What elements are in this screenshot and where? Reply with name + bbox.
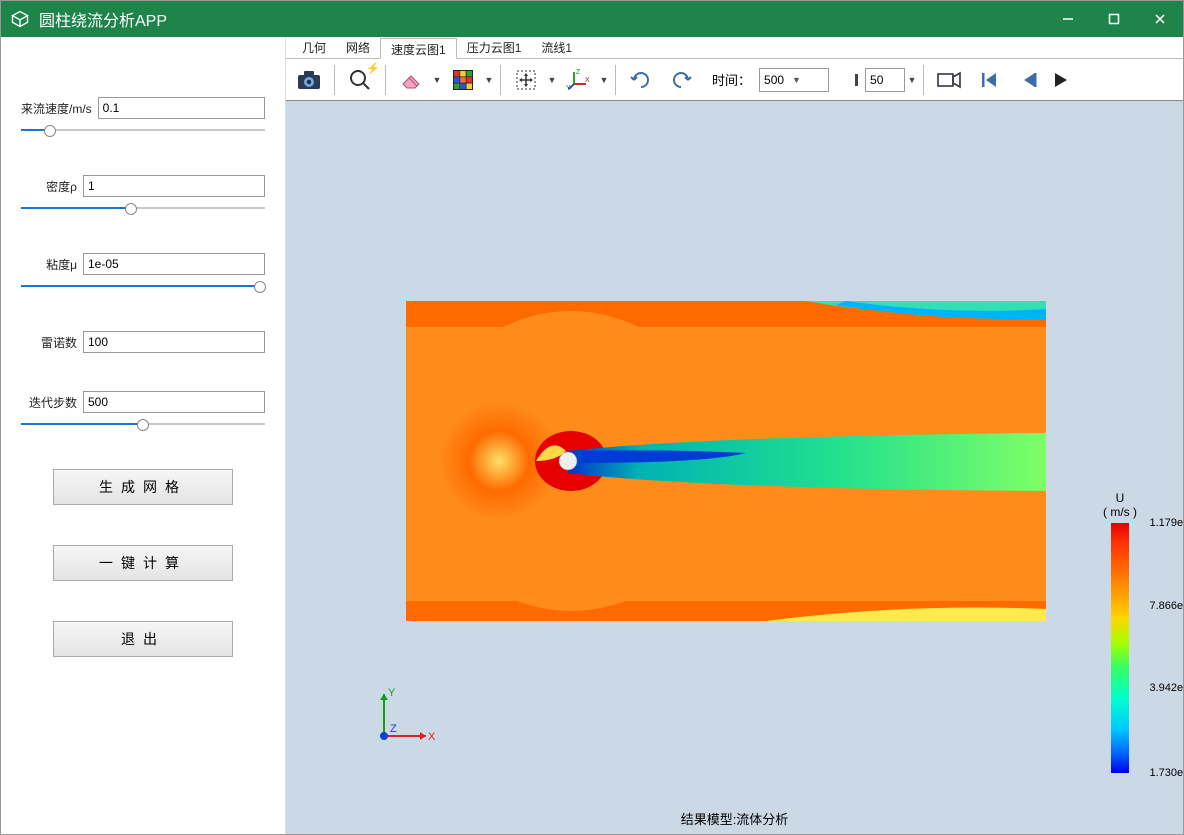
maximize-button[interactable] (1091, 1, 1137, 37)
param-label: 迭代步数 (21, 394, 77, 411)
colorbar: U ( m/s ) 1.179e-017.866e-023.942e-021.7… (1075, 491, 1165, 777)
param-label: 来流速度/m/s (21, 100, 92, 117)
param-label: 雷诺数 (21, 334, 77, 351)
rotate-cw-icon[interactable] (662, 63, 700, 97)
minimize-button[interactable] (1045, 1, 1091, 37)
colorbar-tick: 7.866e-02 (1149, 600, 1183, 612)
param-input-3[interactable] (83, 331, 265, 353)
step-input[interactable] (865, 68, 905, 92)
param-input-1[interactable] (83, 175, 265, 197)
step-dropdown[interactable]: ▼ (907, 75, 917, 85)
toolbar: ⚡ ▼ ▼ ▼ XZ Y ▼ (286, 59, 1183, 101)
close-button[interactable] (1137, 1, 1183, 37)
eraser-icon[interactable] (392, 63, 430, 97)
tab-4[interactable]: 流线1 (531, 37, 582, 58)
tab-2[interactable]: 速度云图1 (380, 38, 457, 59)
param-slider-2[interactable] (21, 279, 265, 293)
colorbar-title: U (1075, 491, 1165, 505)
viewport[interactable]: X Y Z U ( m/s ) 1.179e-017.866e-023.942e… (286, 101, 1183, 834)
svg-text:X: X (585, 77, 590, 84)
axis-dropdown[interactable]: ▼ (599, 75, 609, 85)
colorbar-tick: 1.179e-01 (1149, 517, 1183, 529)
axis-triad-widget: X Y Z (366, 684, 436, 754)
param-label: 粘度μ (21, 256, 77, 273)
tab-1[interactable]: 网络 (336, 37, 380, 58)
run-calculation-button[interactable]: 一键计算 (53, 545, 233, 581)
main-panel: 几何网络速度云图1压力云图1流线1 ⚡ ▼ ▼ (286, 37, 1183, 834)
axis-triad-icon[interactable]: XZ Y (559, 63, 597, 97)
titlebar: 圆柱绕流分析APP (1, 1, 1183, 37)
rubiks-icon[interactable] (444, 63, 482, 97)
rubiks-dropdown[interactable]: ▼ (484, 75, 494, 85)
app-logo-icon (9, 8, 31, 30)
param-slider-0[interactable] (21, 123, 265, 137)
colorbar-tick: 1.730e-04 (1149, 767, 1183, 779)
svg-text:Y: Y (566, 85, 571, 92)
svg-text:Z: Z (576, 69, 581, 76)
time-label: 时间： (712, 70, 751, 89)
eraser-dropdown[interactable]: ▼ (432, 75, 442, 85)
viewport-footer-label: 结果模型:流体分析 (681, 809, 789, 828)
play-icon[interactable] (1050, 63, 1072, 97)
param-input-2[interactable] (83, 253, 265, 275)
param-input-4[interactable] (83, 391, 265, 413)
velocity-contour-plot (406, 301, 1046, 621)
param-input-0[interactable] (98, 97, 265, 119)
skip-first-icon[interactable] (970, 63, 1008, 97)
svg-text:Z: Z (390, 723, 397, 735)
window-title: 圆柱绕流分析APP (39, 7, 1045, 31)
generate-mesh-button[interactable]: 生成网格 (53, 469, 233, 505)
tab-0[interactable]: 几何 (292, 37, 336, 58)
svg-text:X: X (428, 731, 436, 743)
move-icon[interactable] (507, 63, 545, 97)
camera-side-icon[interactable] (930, 63, 968, 97)
colorbar-tick: 3.942e-02 (1149, 682, 1183, 694)
prev-frame-icon[interactable] (1010, 63, 1048, 97)
step-end-icon[interactable] (843, 63, 863, 97)
sidebar: 来流速度/m/s 密度ρ 粘度μ 雷诺数 迭代步数 生成网格 一键计算 退出 (1, 37, 286, 834)
rotate-ccw-icon[interactable] (622, 63, 660, 97)
param-slider-1[interactable] (21, 201, 265, 215)
move-dropdown[interactable]: ▼ (547, 75, 557, 85)
svg-text:Y: Y (388, 687, 396, 699)
screenshot-icon[interactable] (290, 63, 328, 97)
param-label: 密度ρ (21, 178, 77, 195)
exit-button[interactable]: 退出 (53, 621, 233, 657)
param-slider-4[interactable] (21, 417, 265, 431)
tab-bar: 几何网络速度云图1压力云图1流线1 (286, 37, 1183, 59)
zoom-icon[interactable]: ⚡ (341, 63, 379, 97)
time-select[interactable]: 500▼ (759, 68, 829, 92)
tab-3[interactable]: 压力云图1 (457, 37, 532, 58)
